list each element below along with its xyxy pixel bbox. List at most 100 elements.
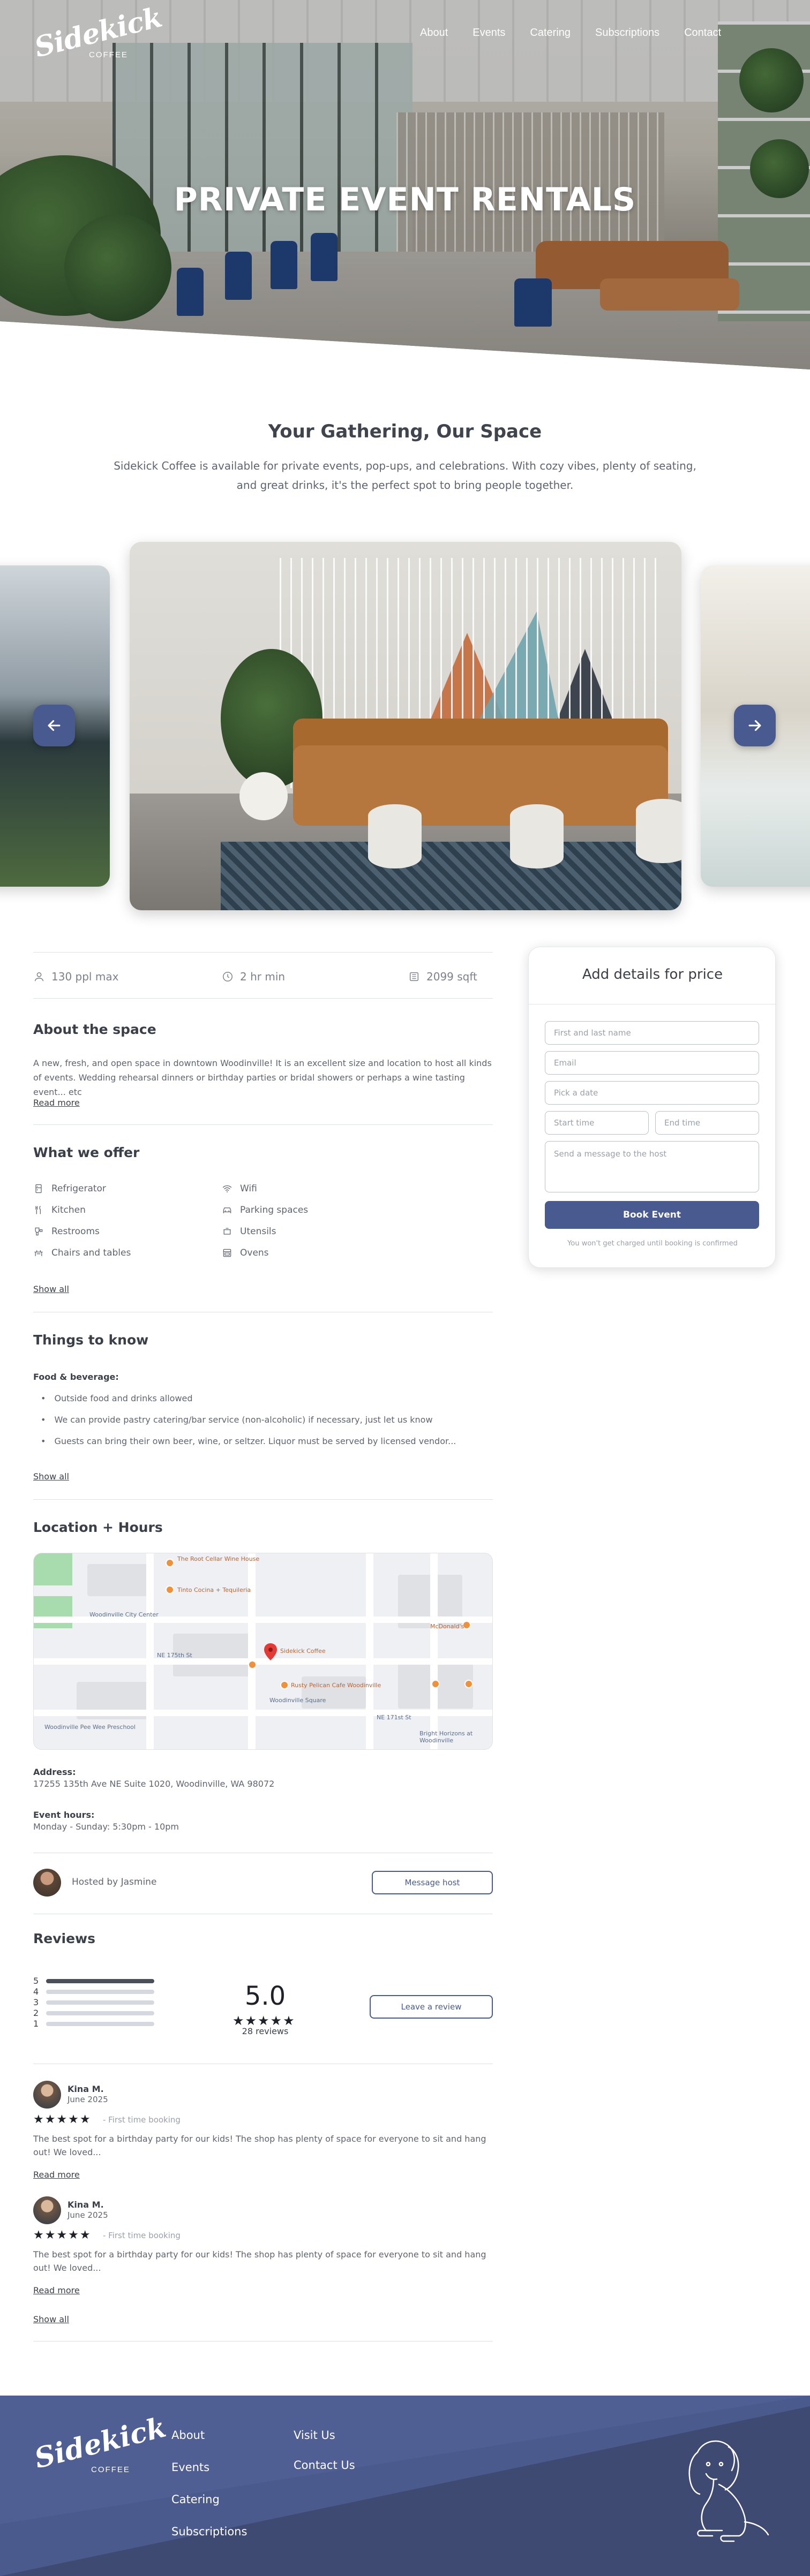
divider [33, 1499, 493, 1500]
carousel-slide-current [130, 542, 681, 910]
chairs-icon [34, 1250, 43, 1256]
rating-star-label: 2 [33, 2008, 39, 2018]
rating-row-2: 2 [33, 2008, 155, 2018]
review-date: June 2025 [68, 2210, 108, 2220]
nav-about[interactable]: About [420, 27, 448, 39]
nav-events[interactable]: Events [472, 27, 505, 39]
date-field[interactable]: Pick a date [545, 1081, 759, 1105]
offer-item-label: Ovens [240, 1248, 269, 1258]
arrow-left-icon [48, 720, 61, 731]
footer-logo-sub: COFFEE [91, 2465, 130, 2474]
offer-item: Kitchen [33, 1205, 86, 1215]
footer-link-subscriptions[interactable]: Subscriptions [171, 2525, 247, 2538]
end-time-field[interactable]: End time [655, 1111, 759, 1135]
reviewer-name: Kina M. [68, 2200, 104, 2210]
hours-value: Monday - Sunday: 5:30pm - 10pm [33, 1822, 179, 1832]
start-time-field[interactable]: Start time [545, 1111, 649, 1135]
leave-review-button[interactable]: Leave a review [370, 1995, 493, 2019]
rating-row-3: 3 [33, 1997, 155, 2007]
carousel-prev-button[interactable] [33, 705, 75, 746]
nav-subscriptions[interactable]: Subscriptions [595, 27, 659, 39]
rating-row-1: 1 [33, 2019, 155, 2029]
nav-catering[interactable]: Catering [530, 27, 571, 39]
rating-star-label: 5 [33, 1976, 39, 1986]
footer-link-catering[interactable]: Catering [171, 2493, 220, 2506]
map-label: NE 175th St [157, 1652, 192, 1659]
car-icon [223, 1207, 231, 1213]
message-host-button[interactable]: Message host [372, 1871, 493, 1894]
know-show-all-link[interactable]: Show all [33, 1471, 69, 1482]
location-title: Location + Hours [33, 1520, 163, 1535]
footer-link-contact[interactable]: Contact Us [294, 2459, 355, 2472]
carousel-next-button[interactable] [734, 705, 776, 746]
footer-link-events[interactable]: Events [171, 2461, 209, 2474]
map-label: NE 171st St [377, 1714, 411, 1721]
review-date: June 2025 [68, 2095, 108, 2104]
review-read-more-link[interactable]: Read more [33, 2170, 80, 2180]
review-tag: - First time booking [103, 2231, 181, 2240]
offer-item-label: Wifi [240, 1183, 257, 1194]
reviewer-name: Kina M. [68, 2084, 104, 2094]
book-event-button[interactable]: Book Event [545, 1201, 759, 1229]
message-textarea[interactable]: Send a message to the host [545, 1141, 759, 1192]
booking-title: Add details for price [582, 966, 723, 983]
dog-mascot-icon [688, 2440, 769, 2542]
rating-row-4: 4 [33, 1986, 155, 1997]
page: Sidekick COFFEE About Events Catering Su… [0, 0, 810, 2576]
reviewer-avatar [33, 2196, 61, 2224]
brand-logo[interactable]: Sidekick COFFEE [31, 1, 165, 64]
about-read-more-link[interactable]: Read more [33, 1098, 80, 1108]
name-field[interactable]: First and last name [545, 1021, 759, 1045]
stat-capacity-label: 130 ppl max [51, 970, 119, 983]
map-label: Bright Horizons at Woodinville [419, 1730, 473, 1744]
stat-size: 2099 sqft [408, 970, 477, 983]
review-read-more-link[interactable]: Read more [33, 2285, 80, 2295]
address-label: Address: [33, 1767, 76, 1777]
rating-star-label: 3 [33, 1997, 39, 2007]
map-pin-icon [264, 1643, 277, 1660]
email-field[interactable]: Email [545, 1051, 759, 1075]
offer-item-label: Utensils [240, 1226, 276, 1237]
footer-link-visit[interactable]: Visit Us [294, 2429, 335, 2442]
know-title: Things to know [33, 1332, 149, 1348]
map-label: Woodinville Square [269, 1697, 326, 1704]
divider [33, 1124, 493, 1125]
clock-icon [223, 972, 232, 981]
arrow-right-icon [748, 720, 761, 731]
kitchen-icon [35, 1206, 41, 1214]
intro-title: Your Gathering, Our Space [268, 421, 542, 442]
nav-contact[interactable]: Contact [684, 27, 721, 39]
offer-item-label: Chairs and tables [51, 1248, 131, 1258]
reviewer-avatar [33, 2081, 61, 2109]
offer-item-label: Kitchen [51, 1205, 86, 1215]
offer-item: Refrigerator [33, 1183, 106, 1194]
area-icon [409, 972, 419, 981]
rating-bar [46, 2021, 155, 2026]
logo-sub: COFFEE [89, 50, 128, 59]
stat-capacity: 130 ppl max [33, 970, 118, 983]
map-label: Rusty Pelican Cafe Woodinville [291, 1682, 381, 1689]
stat-duration-label: 2 hr min [240, 970, 286, 983]
map-label: Tinto Cocina + Tequileria [177, 1587, 251, 1593]
rating-row-5: 5 [33, 1976, 155, 1986]
offer-item-label: Parking spaces [240, 1205, 309, 1215]
divider [33, 952, 493, 953]
offer-show-all-link[interactable]: Show all [33, 1284, 69, 1294]
offer-title: What we offer [33, 1145, 140, 1160]
reviews-show-all-link[interactable]: Show all [33, 2314, 69, 2324]
know-item: Outside food and drinks allowed [41, 1393, 192, 1403]
footer-link-about[interactable]: About [171, 2429, 205, 2442]
map-label: The Root Cellar Wine House [177, 1555, 260, 1562]
intro-text: Sidekick Coffee is available for private… [114, 459, 696, 492]
booking-note: You won't get charged until booking is c… [567, 1240, 738, 1248]
location-map[interactable]: The Root Cellar Wine House Tinto Cocina … [33, 1553, 493, 1750]
main-nav: About Events Catering Subscriptions Cont… [420, 27, 746, 39]
stat-size-label: 2099 sqft [426, 970, 477, 983]
rating-star-label: 4 [33, 1986, 39, 1997]
footer-logo[interactable]: Sidekick COFFEE [31, 2411, 169, 2480]
offer-item: Utensils [222, 1226, 276, 1237]
review-tag: - First time booking [103, 2115, 181, 2125]
stat-duration: 2 hr min [222, 970, 285, 983]
divider [33, 998, 493, 999]
review-count: 28 reviews [242, 2026, 289, 2036]
